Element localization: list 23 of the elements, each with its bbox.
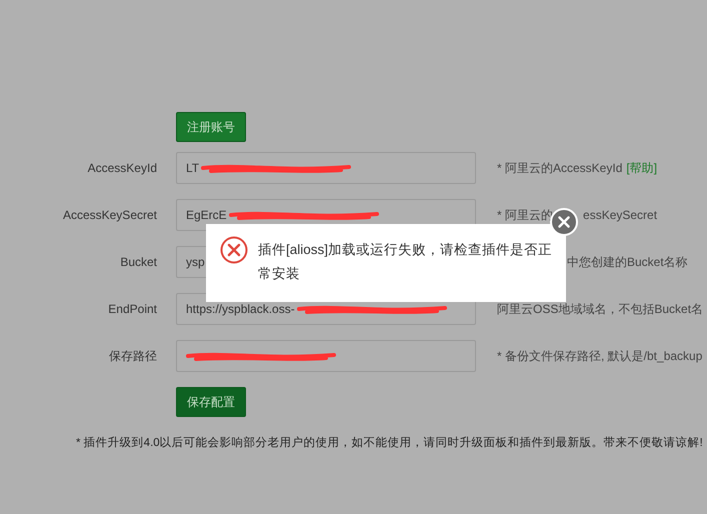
field-label: AccessKeyId [86, 161, 157, 175]
register-button[interactable]: 注册账号 [176, 112, 246, 142]
field-value: EgErcE [186, 208, 227, 222]
upgrade-note: * 插件升级到4.0以后可能会影响部分老用户的使用，如不能使用，请同时升级面板和插件到最新版。带来不便敬请谅解! [76, 435, 704, 450]
field-hint: 阿里云OSS地域域名，不包括Bucket名 [497, 300, 704, 318]
field-value: https://yspblack.oss- [186, 302, 295, 316]
field-label: EndPoint [107, 302, 157, 316]
field-label: 保存路径 [108, 348, 157, 364]
field-hint: 中您创建的Bucket名称 [567, 254, 688, 270]
close-button[interactable] [550, 208, 578, 236]
field-label: Bucket [119, 255, 157, 269]
error-message: 插件[alioss]加载或运行失败，请检查插件是否正常安装 [258, 241, 554, 283]
field-value: LT [186, 161, 200, 175]
field-hint: * 阿里云的AccessKeyId [497, 160, 622, 176]
input-field[interactable] [176, 340, 476, 372]
field-value: ysp [186, 255, 205, 269]
save-button[interactable]: 保存配置 [176, 387, 246, 417]
field-hint: * 备份文件保存路径, 默认是/bt_backup [497, 348, 702, 364]
input-field[interactable]: LT [176, 152, 476, 184]
field-label: AccessKeySecret [62, 208, 157, 222]
close-icon [558, 216, 570, 228]
field-hint: essKeySecret [583, 208, 658, 222]
error-icon [220, 236, 248, 264]
